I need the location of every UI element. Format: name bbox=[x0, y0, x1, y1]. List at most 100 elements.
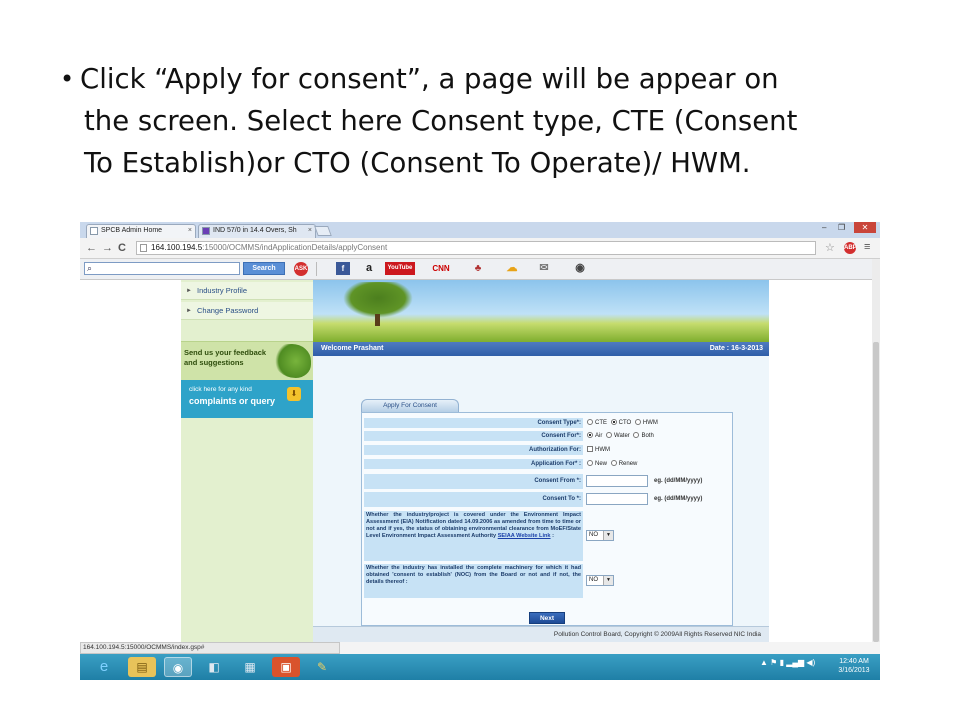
complaint-line-1: click here for any kind bbox=[189, 386, 252, 393]
sidebar-item-change-password[interactable]: ► Change Password bbox=[181, 302, 313, 320]
tab-close-icon[interactable]: × bbox=[188, 225, 192, 237]
consent-from-input[interactable] bbox=[586, 475, 648, 487]
feedback-line-2: and suggestions bbox=[184, 358, 244, 367]
tab-close-icon[interactable]: × bbox=[308, 225, 312, 237]
consent-for-label: Consent For*: bbox=[364, 431, 583, 441]
system-tray: ▲ ⚑ ▮ ▂▄▆ ◀) bbox=[760, 658, 815, 667]
ask-icon[interactable]: ASK bbox=[294, 262, 308, 276]
application-for-options: New Renew bbox=[585, 459, 637, 469]
noc-select-value: NO bbox=[589, 577, 598, 583]
radio-new[interactable] bbox=[587, 460, 593, 467]
welcome-text: Welcome Prashant bbox=[321, 345, 384, 352]
media-player-icon[interactable]: ◧ bbox=[200, 657, 228, 677]
search-button[interactable]: Search bbox=[243, 262, 285, 275]
radio-cto[interactable] bbox=[610, 419, 617, 426]
complaint-banner[interactable]: click here for any kind complaints or qu… bbox=[181, 380, 313, 418]
adblock-icon[interactable]: ABP bbox=[844, 242, 857, 254]
eia-select[interactable]: NO ▼ bbox=[586, 530, 614, 541]
page-icon bbox=[140, 244, 147, 252]
scrollbar-thumb[interactable] bbox=[873, 342, 879, 642]
close-window-icon[interactable]: ✕ bbox=[854, 222, 876, 233]
radio-label: New bbox=[595, 461, 608, 467]
application-for-label: Application For* : bbox=[364, 459, 583, 469]
consent-for-row: Consent For*: Air Water Both bbox=[364, 431, 730, 441]
tab-apply-for-consent[interactable]: Apply For Consent bbox=[361, 399, 459, 412]
game-icon[interactable]: ♣ bbox=[470, 262, 486, 275]
tab-title: SPCB Admin Home bbox=[101, 227, 163, 234]
sidebar-item-industry-profile[interactable]: ► Industry Profile bbox=[181, 282, 313, 300]
menu-icon[interactable]: ≡ bbox=[864, 241, 870, 253]
toolbar-search-input[interactable]: ⌕ bbox=[84, 262, 240, 275]
radio-hwm[interactable] bbox=[634, 419, 641, 426]
consent-from-hint: eg. (dd/MM/yyyy) bbox=[654, 478, 703, 484]
tab-bar: SPCB Admin Home × IND 57/0 in 14.4 Overs… bbox=[80, 222, 880, 238]
youtube-icon[interactable]: YouTube bbox=[385, 262, 415, 275]
new-tab-button[interactable] bbox=[314, 226, 332, 236]
consent-to-input[interactable] bbox=[586, 493, 648, 505]
radio-both[interactable] bbox=[633, 432, 640, 439]
forward-arrow-icon[interactable]: → bbox=[102, 241, 113, 255]
hand-leaf-icon bbox=[273, 344, 311, 378]
feedback-line-1: Send us your feedback bbox=[184, 348, 267, 357]
amazon-icon[interactable]: a bbox=[362, 262, 376, 275]
volume-icon[interactable]: ◀) bbox=[806, 658, 815, 667]
radio-cte[interactable] bbox=[587, 419, 593, 426]
feedback-text: Send us your feedback and suggestions bbox=[184, 348, 266, 368]
facebook-icon[interactable]: f bbox=[336, 262, 350, 275]
next-button[interactable]: Next bbox=[529, 612, 565, 624]
checkbox-hwm[interactable] bbox=[587, 446, 593, 453]
eia-question-label: Whether the industry/project is covered … bbox=[364, 511, 583, 561]
complaint-line-2: complaints or query bbox=[189, 396, 276, 406]
url-host: 164.100.194.5 bbox=[151, 243, 203, 252]
clock-time: 12:40 AM bbox=[839, 658, 869, 665]
weather-icon[interactable]: ☁ bbox=[504, 262, 520, 275]
page-footer: Pollution Control Board, Copyright © 200… bbox=[313, 626, 769, 642]
welcome-bar: Welcome Prashant Date : 16-3-2013 bbox=[313, 342, 769, 356]
seiaa-website-link[interactable]: SEIAA Website Link bbox=[498, 533, 551, 539]
radio-label: CTO bbox=[618, 420, 632, 426]
radio-label: HWM bbox=[642, 420, 658, 426]
address-bar-row: ← → C 164.100.194.5:15000/OCMMS/indAppli… bbox=[80, 238, 880, 259]
clock[interactable]: 12:40 AM 3/16/2013 bbox=[832, 657, 876, 675]
back-arrow-icon[interactable]: ← bbox=[86, 241, 97, 255]
tray-arrow-icon[interactable]: ▲ bbox=[760, 658, 768, 667]
page-icon bbox=[90, 227, 98, 235]
battery-icon[interactable]: ▮ bbox=[780, 658, 784, 667]
radio-label: Both bbox=[641, 433, 654, 439]
file-explorer-icon[interactable]: ▤ bbox=[128, 657, 156, 677]
consent-to-label: Consent To *: bbox=[364, 492, 583, 507]
cnn-icon[interactable]: CNN bbox=[430, 262, 452, 275]
tab-cricket-score[interactable]: IND 57/0 in 14.4 Overs, Sh × bbox=[198, 224, 316, 238]
slide-line-2: the screen. Select here Consent type, CT… bbox=[84, 105, 798, 137]
chrome-icon[interactable]: ◉ bbox=[164, 657, 192, 677]
chevron-down-icon: ▼ bbox=[603, 576, 613, 585]
powerpoint-icon[interactable]: ▣ bbox=[272, 657, 300, 677]
feedback-banner[interactable]: Send us your feedback and suggestions bbox=[181, 341, 313, 381]
url-input[interactable]: 164.100.194.5:15000/OCMMS/indApplication… bbox=[136, 241, 816, 255]
restore-icon[interactable]: ❐ bbox=[838, 223, 845, 232]
slide-line-3: To Establish)or CTO (Consent To Operate)… bbox=[84, 147, 751, 179]
tree-trunk bbox=[375, 314, 380, 326]
consent-type-options: CTE CTO HWM bbox=[585, 418, 658, 428]
consent-type-label: Consent Type*: bbox=[364, 418, 583, 428]
internet-explorer-icon[interactable]: e bbox=[90, 657, 118, 677]
minimize-icon[interactable]: – bbox=[822, 223, 826, 232]
application-for-row: Application For* : New Renew bbox=[364, 459, 730, 469]
consent-to-hint: eg. (dd/MM/yyyy) bbox=[654, 496, 703, 502]
paint-icon[interactable]: ✎ bbox=[308, 657, 336, 677]
slide-text: • Click “Apply for consent”, a page will… bbox=[60, 58, 920, 184]
noc-select[interactable]: NO ▼ bbox=[586, 575, 614, 586]
consent-to-row: Consent To *: eg. (dd/MM/yyyy) bbox=[364, 492, 730, 507]
header-banner bbox=[313, 280, 769, 342]
radio-water[interactable] bbox=[606, 432, 613, 439]
flag-icon[interactable]: ⚑ bbox=[770, 658, 777, 667]
radio-renew[interactable] bbox=[610, 460, 617, 467]
radio-icon[interactable]: ◉ bbox=[572, 262, 588, 275]
bookmark-star-icon[interactable]: ☆ bbox=[825, 241, 835, 254]
signal-icon[interactable]: ▂▄▆ bbox=[786, 658, 804, 667]
mail-icon[interactable]: ✉ bbox=[536, 262, 552, 275]
reload-icon[interactable]: C bbox=[118, 241, 126, 255]
tab-spcb-admin-home[interactable]: SPCB Admin Home × bbox=[86, 224, 196, 238]
radio-air[interactable] bbox=[587, 432, 593, 439]
calendar-icon[interactable]: ▦ bbox=[236, 657, 264, 677]
